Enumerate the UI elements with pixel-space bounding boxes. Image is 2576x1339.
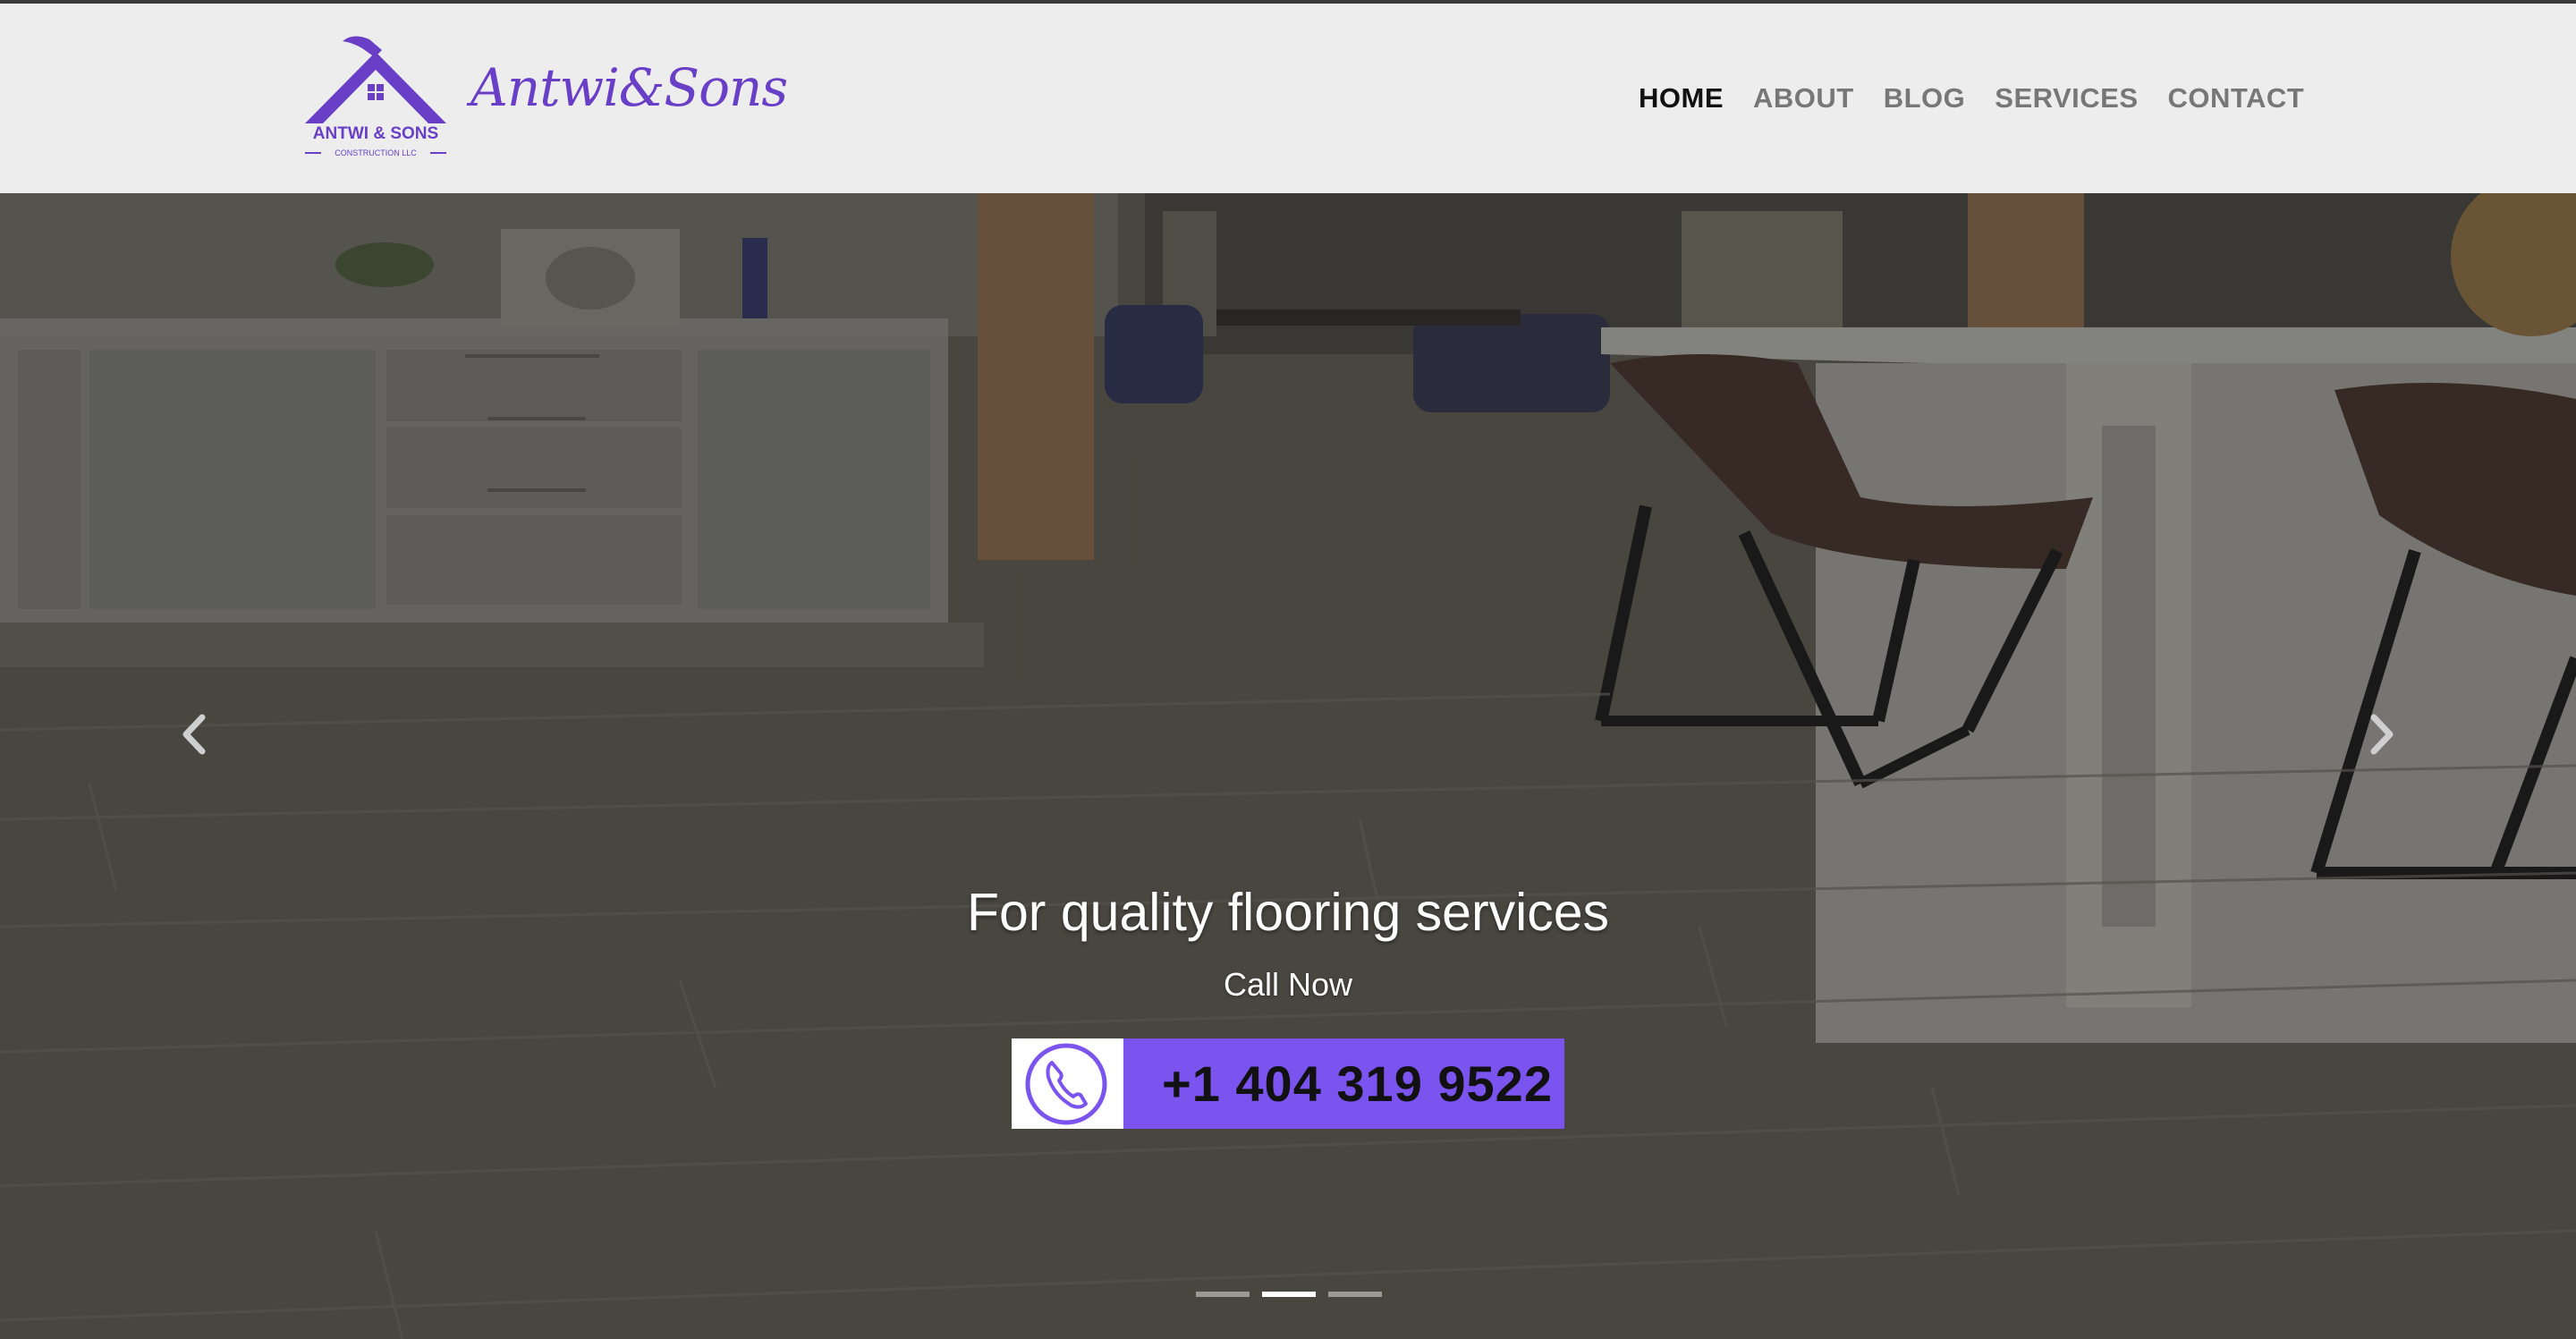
- carousel-next-button[interactable]: [2360, 703, 2404, 766]
- company-logo[interactable]: ANTWI & SONS CONSTRUCTION LLC: [300, 34, 452, 159]
- phone-icon-box: [1012, 1038, 1123, 1129]
- carousel-prev-button[interactable]: [172, 703, 216, 766]
- carousel-indicators: [1196, 1292, 1382, 1297]
- nav-about[interactable]: ABOUT: [1753, 82, 1854, 114]
- hero-subheading: Call Now: [1223, 966, 1353, 1003]
- nav-home[interactable]: HOME: [1639, 82, 1724, 114]
- main-nav: HOME ABOUT BLOG SERVICES CONTACT: [1639, 82, 2304, 114]
- carousel-indicator-2[interactable]: [1262, 1292, 1316, 1297]
- chevron-right-icon: [2370, 714, 2394, 755]
- carousel-indicator-3[interactable]: [1328, 1292, 1382, 1297]
- logo-main-text: ANTWI & SONS: [313, 124, 438, 143]
- hammer-house-logo-icon: ANTWI & SONS CONSTRUCTION LLC: [305, 36, 446, 157]
- carousel-indicator-1[interactable]: [1196, 1292, 1250, 1297]
- hero-heading: For quality flooring services: [966, 883, 1610, 942]
- phone-icon: [1025, 1043, 1106, 1124]
- navbar: ANTWI & SONS CONSTRUCTION LLC Antwi&Sons…: [0, 4, 2576, 193]
- nav-blog[interactable]: BLOG: [1884, 82, 1966, 114]
- call-now-button[interactable]: +1 404 319 9522: [1012, 1038, 1564, 1129]
- hero-dark-overlay: [0, 193, 2576, 1339]
- hero-carousel: For quality flooring services Call Now +…: [0, 193, 2576, 1339]
- nav-contact[interactable]: CONTACT: [2168, 82, 2305, 114]
- logo-sub-text: CONSTRUCTION LLC: [335, 148, 417, 157]
- chevron-left-icon: [182, 714, 206, 755]
- brand-name[interactable]: Antwi&Sons: [470, 57, 788, 118]
- nav-services[interactable]: SERVICES: [1995, 82, 2138, 114]
- phone-number: +1 404 319 9522: [1162, 1055, 1553, 1112]
